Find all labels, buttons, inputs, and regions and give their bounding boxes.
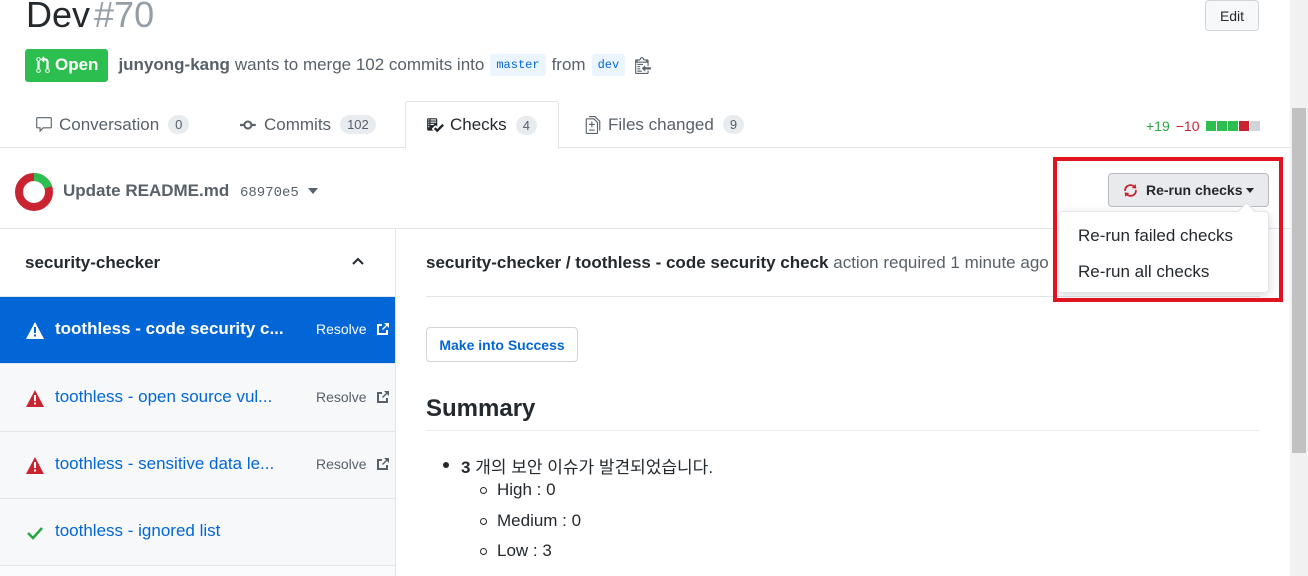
status-label: Open	[55, 55, 99, 74]
pr-meta: Open junyong-kang wants to merge 102 com…	[25, 48, 652, 82]
summary-heading: Summary	[426, 395, 536, 422]
bullet-dot	[480, 487, 487, 494]
pull-request-checks-page: Dev #70 Edit Open junyong-kang wants to m…	[0, 0, 1308, 576]
commit-icon	[240, 120, 256, 129]
diffstat-block-added	[1216, 121, 1227, 131]
menu-item-rerun-all[interactable]: Re-run all checks	[1078, 262, 1209, 282]
check-suite-header[interactable]: security-checker	[0, 229, 395, 297]
divider	[426, 430, 1260, 431]
diffstat-block-added	[1205, 121, 1216, 131]
check-run-title: security-checker / toothless - code secu…	[426, 253, 829, 272]
page-title: Dev #70	[26, 0, 154, 36]
check-run-label: toothless - ignored list	[55, 521, 221, 540]
check-icon	[27, 527, 43, 540]
comment-icon	[36, 116, 52, 132]
tab-conversation[interactable]: Conversation 0	[35, 101, 190, 148]
file-diff-icon	[585, 115, 601, 134]
diffstat-block-neutral	[1249, 121, 1260, 131]
tab-label: Conversation	[59, 114, 160, 134]
clipboard-icon[interactable]	[635, 56, 652, 74]
pr-title-text: Dev	[26, 0, 91, 35]
tab-counter: 4	[515, 115, 537, 135]
check-run-item[interactable]: toothless - code security c... Resolve	[0, 297, 395, 364]
status-donut-icon	[15, 172, 53, 211]
pr-tabs: Conversation 0 Commits 102 Checks 4 File…	[0, 101, 1290, 149]
resolve-link[interactable]: Resolve	[316, 389, 367, 405]
tab-counter: 9	[722, 115, 745, 134]
severity-medium: Medium : 0	[497, 511, 582, 530]
tab-label: Files changed	[608, 114, 714, 134]
external-link-icon[interactable]	[375, 321, 391, 337]
check-run-label: toothless - sensitive data le...	[55, 454, 275, 473]
severity-high: High : 0	[497, 480, 556, 499]
chevron-down-icon[interactable]	[308, 188, 318, 194]
check-run-item[interactable]: toothless - sensitive data le... Resolve	[0, 432, 395, 499]
base-branch[interactable]: master	[490, 54, 546, 76]
summary-text: 개의 보안 이슈가 발견되었습니다.	[470, 458, 714, 477]
status-badge: Open	[25, 48, 109, 82]
check-run-label: toothless - open source vul...	[55, 387, 273, 406]
diffstat-block-deleted	[1238, 121, 1249, 131]
rerun-checks-button[interactable]: Re-run checks	[1108, 173, 1269, 207]
chevron-up-icon[interactable]	[352, 257, 364, 265]
tab-label: Checks	[450, 115, 507, 134]
check-run-item[interactable]: toothless - ignored list	[0, 499, 395, 566]
author-link[interactable]: junyong-kang	[118, 55, 229, 75]
external-link-icon[interactable]	[375, 389, 391, 405]
menu-item-rerun-failed[interactable]: Re-run failed checks	[1078, 226, 1233, 246]
check-run-status: action required 1 minute ago	[833, 253, 1049, 272]
summary-item: 3 개의 보안 이슈가 발견되었습니다.	[461, 453, 713, 478]
bullet-dot	[443, 462, 449, 468]
sync-icon	[1124, 183, 1137, 197]
head-branch[interactable]: dev	[591, 54, 626, 76]
check-run-item[interactable]: toothless - open source vul... Resolve	[0, 365, 395, 432]
bullet-dot	[480, 548, 487, 555]
git-pull-request-icon	[36, 56, 50, 73]
diffstat-additions: +19	[1146, 118, 1170, 134]
alert-icon	[26, 322, 44, 339]
commit-message: Update README.md	[63, 181, 230, 200]
caret-down-icon	[1246, 187, 1255, 193]
external-link-icon[interactable]	[375, 456, 391, 472]
check-suite-name: security-checker	[25, 253, 161, 272]
alert-icon	[26, 457, 44, 474]
diffstat-block-added	[1227, 121, 1238, 131]
severity-low: Low : 3	[497, 541, 552, 560]
check-run-label: toothless - code security c...	[55, 319, 284, 338]
from-text: from	[551, 55, 586, 74]
checklist-icon	[427, 118, 444, 133]
scrollbar-thumb[interactable]	[1292, 108, 1306, 453]
rerun-dropdown-menu: Re-run failed checks Re-run all checks	[1058, 211, 1269, 293]
rerun-checks-label: Re-run checks	[1146, 182, 1243, 198]
diffstat-deletions: −10	[1175, 118, 1200, 134]
resolve-link[interactable]: Resolve	[316, 456, 367, 472]
checks-sidebar: security-checker toothless - code securi…	[0, 229, 396, 576]
tab-checks[interactable]: Checks 4	[405, 101, 559, 149]
make-into-success-button[interactable]: Make into Success	[426, 327, 578, 362]
commit-sha[interactable]: 68970e5	[240, 185, 299, 201]
tab-label: Commits	[264, 114, 332, 134]
diffstat: +19 −10	[1146, 118, 1261, 134]
tab-commits[interactable]: Commits 102	[240, 101, 376, 148]
tab-counter: 0	[168, 115, 190, 134]
edit-button[interactable]: Edit	[1205, 0, 1259, 31]
tab-files-changed[interactable]: Files changed 9	[584, 101, 745, 148]
divider	[426, 296, 1260, 297]
resolve-link[interactable]: Resolve	[316, 321, 367, 337]
pr-number: #70	[94, 0, 155, 35]
bullet-dot	[480, 518, 487, 525]
alert-icon	[26, 390, 44, 407]
merge-text: wants to merge 102 commits into	[234, 55, 485, 74]
tab-counter: 102	[340, 115, 376, 134]
check-run-heading: security-checker / toothless - code secu…	[426, 253, 1049, 273]
